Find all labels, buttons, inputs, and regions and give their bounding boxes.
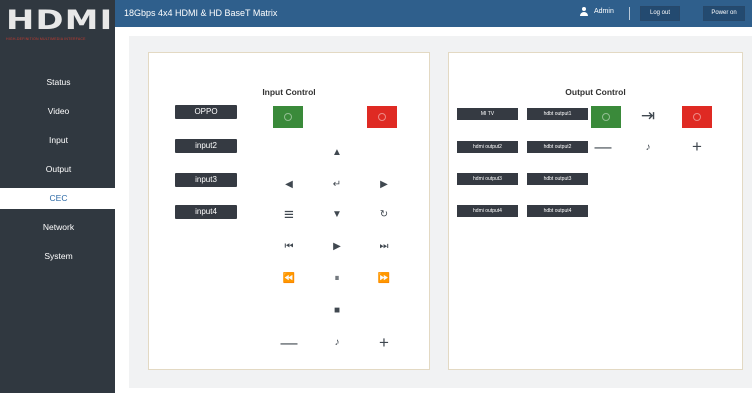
main-content: Input Control OPPO input2 input3 input4 … xyxy=(129,36,752,388)
user-icon xyxy=(580,7,588,16)
back-button[interactable]: ↻ xyxy=(374,207,394,223)
sidebar-item-system[interactable]: System xyxy=(0,242,115,271)
output-label[interactable]: hdmi output4 xyxy=(457,205,518,217)
power-on-button[interactable]: Power on xyxy=(703,6,745,21)
left-arrow-button[interactable]: ◀ xyxy=(279,177,299,193)
next-track-button[interactable]: ⏭ xyxy=(374,239,394,255)
logo-tagline: HIGH-DEFINITION MULTIMEDIA INTERFACE xyxy=(6,37,86,41)
sidebar-item-output[interactable]: Output xyxy=(0,155,115,184)
enter-button[interactable]: ↵ xyxy=(327,177,347,193)
input-power-off-button[interactable] xyxy=(367,106,397,128)
input-power-on-button[interactable] xyxy=(273,106,303,128)
output-label[interactable]: hdbt output4 xyxy=(527,205,588,217)
menu-button[interactable]: ≡ xyxy=(279,206,299,223)
sidebar-nav: Status Video Input Output CEC Network Sy… xyxy=(0,68,115,271)
input-control-title: Input Control xyxy=(262,87,316,97)
source-select-icon[interactable]: ⇥ xyxy=(638,107,658,124)
right-arrow-button[interactable]: ▶ xyxy=(374,177,394,193)
logo-text: HDMI xyxy=(6,5,114,36)
logout-button[interactable]: Log out xyxy=(640,6,680,21)
rewind-button[interactable]: ⏪ xyxy=(279,271,299,287)
source-button-1[interactable]: OPPO xyxy=(175,105,237,119)
output-control-panel: Output Control MI TV hdbt output1 hdmi o… xyxy=(448,52,743,370)
sidebar-item-input[interactable]: Input xyxy=(0,126,115,155)
power-icon xyxy=(378,113,386,121)
output-label[interactable]: hdbt output2 xyxy=(527,141,588,153)
output-volume-up-button[interactable]: + xyxy=(687,138,707,155)
fast-forward-button[interactable]: ⏩ xyxy=(374,271,394,287)
page-title: 18Gbps 4x4 HDMI & HD BaseT Matrix xyxy=(124,8,278,18)
sidebar-item-network[interactable]: Network xyxy=(0,213,115,242)
previous-track-button[interactable]: ⏮ xyxy=(279,239,299,255)
header-bar: 18Gbps 4x4 HDMI & HD BaseT Matrix Admin … xyxy=(115,0,752,27)
source-button-3[interactable]: input3 xyxy=(175,173,237,187)
user-info: Admin xyxy=(580,7,614,16)
output-power-on-button[interactable] xyxy=(591,106,621,128)
sidebar-item-video[interactable]: Video xyxy=(0,97,115,126)
output-control-title: Output Control xyxy=(565,87,626,97)
output-label[interactable]: hdmi output3 xyxy=(457,173,518,185)
power-icon xyxy=(693,113,701,121)
mute-button[interactable]: ♪ xyxy=(327,335,347,351)
output-label[interactable]: hdbt output1 xyxy=(527,108,588,120)
source-button-4[interactable]: input4 xyxy=(175,205,237,219)
pause-button[interactable]: ⏸ xyxy=(327,271,347,287)
output-label[interactable]: MI TV xyxy=(457,108,518,120)
down-arrow-button[interactable]: ▼ xyxy=(327,207,347,223)
output-label[interactable]: hdmi output2 xyxy=(457,141,518,153)
source-button-2[interactable]: input2 xyxy=(175,139,237,153)
output-volume-down-button[interactable]: — xyxy=(593,138,613,155)
power-icon xyxy=(602,113,610,121)
up-arrow-button[interactable]: ▲ xyxy=(327,145,347,161)
sidebar: HDMI HIGH-DEFINITION MULTIMEDIA INTERFAC… xyxy=(0,0,115,393)
power-icon xyxy=(284,113,292,121)
header-divider xyxy=(629,7,630,20)
stop-button[interactable]: ■ xyxy=(327,303,347,319)
volume-down-button[interactable]: — xyxy=(279,334,299,351)
volume-up-button[interactable]: + xyxy=(374,334,394,351)
output-mute-button[interactable]: ♪ xyxy=(638,140,658,156)
input-control-panel: Input Control OPPO input2 input3 input4 … xyxy=(148,52,430,370)
hdmi-logo: HDMI HIGH-DEFINITION MULTIMEDIA INTERFAC… xyxy=(6,5,114,47)
output-label[interactable]: hdbt output3 xyxy=(527,173,588,185)
app-window: HDMI HIGH-DEFINITION MULTIMEDIA INTERFAC… xyxy=(0,0,752,393)
sidebar-item-status[interactable]: Status xyxy=(0,68,115,97)
username: Admin xyxy=(594,8,614,15)
play-button[interactable]: ▶ xyxy=(327,239,347,255)
sidebar-item-cec[interactable]: CEC xyxy=(0,188,115,209)
output-power-off-button[interactable] xyxy=(682,106,712,128)
